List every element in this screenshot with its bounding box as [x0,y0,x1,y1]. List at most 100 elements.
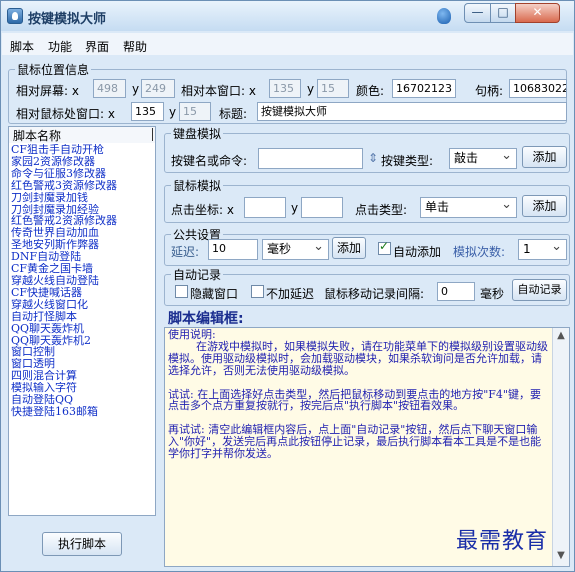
script-list-item[interactable]: 红色警戒2资源修改器 [11,215,155,227]
delay-input[interactable]: 10 [208,239,258,260]
click-y-label: y [291,201,299,215]
color-label: 颜色: [356,84,385,98]
script-list-item[interactable]: 自动登陆QQ [11,394,155,406]
maximize-button[interactable]: □ [490,3,516,23]
script-list-item[interactable]: 穿越火线窗口化 [11,299,155,311]
menu-function[interactable]: 功能 [48,38,72,55]
script-list-item[interactable]: CF黄金之国卡墙 [11,263,155,275]
minimize-button[interactable]: — [464,3,491,23]
hide-window-label: 隐藏窗口 [190,287,239,301]
auto-add-label: 自动添加 [393,245,442,259]
key-input[interactable] [258,148,363,169]
maximize-icon: □ [497,5,509,19]
mouse-add-button[interactable]: 添加 [522,195,567,217]
interval-label: 鼠标移动记录间隔: [324,287,425,301]
window-y-field: 15 [317,79,349,98]
script-list-item[interactable]: 模拟输入字符 [11,382,155,394]
repeat-select[interactable]: 1 [518,237,567,260]
script-list-items: CF狙击手自动开枪 家园2资源修改器 命令与征服3修改器 红色警戒3资源修改器 刀剑封魔… [11,144,155,418]
app-logo-icon [7,8,23,24]
auto-record-button[interactable]: 自动记录 [512,279,567,301]
script-list-item[interactable]: 刀剑封魔录加经验 [11,204,155,216]
keyboard-legend: 键盘模拟 [173,127,222,141]
common-add-button[interactable]: 添加 [332,237,366,259]
script-list-item[interactable]: 窗口控制 [11,346,155,358]
delay-unit-select[interactable]: 毫秒 [262,237,329,260]
mouse-window-y-label: y [169,105,177,119]
script-list-item[interactable]: 圣地安列斯作弊器 [11,239,155,251]
click-y-input[interactable] [301,197,343,218]
script-list-item[interactable]: DNF自动登陆 [11,251,155,263]
menu-script[interactable]: 脚本 [10,38,34,55]
click-coord-label: 点击坐标: x [171,203,234,217]
hide-window-checkbox[interactable] [175,285,188,298]
window-title: 按键模拟大师 [28,12,107,27]
no-delay-label: 不加延迟 [266,287,315,301]
editor-scrollbar[interactable]: ▲ ▼ [552,328,569,566]
handle-label: 句柄: [475,84,504,98]
click-type-label: 点击类型: [355,203,408,217]
menu-help[interactable]: 帮助 [123,38,147,55]
click-type-select[interactable]: 单击 [420,195,517,218]
script-list-header: 脚本名称 [9,127,155,143]
script-list-item[interactable]: 快捷登陆163邮箱 [11,406,155,418]
editor-text[interactable]: 使用说明: 在游戏中模拟时，如果模拟失败，请在功能菜单下的模拟级别设置驱动级模拟… [168,329,549,460]
mouse-sim-legend: 鼠标模拟 [173,179,222,193]
menu-bar: 脚本 功能 界面 帮助 [2,33,573,55]
close-button[interactable]: ✕ [515,3,560,23]
screen-y-label: y [132,82,140,96]
screen-x-field: 498 [93,79,126,98]
auto-add-checkbox[interactable] [378,239,391,255]
mouse-info-legend: 鼠标位置信息 [17,63,90,77]
window-x-field: 135 [269,79,301,98]
handle-field[interactable]: 10683022 [509,79,567,98]
window-y-label: y [307,82,315,96]
title-label: 标题: [219,107,248,121]
editor-title: 脚本编辑框: [168,311,244,327]
menu-interface[interactable]: 界面 [85,38,109,55]
script-list-item[interactable]: 家园2资源修改器 [11,156,155,168]
no-delay-checkbox[interactable] [251,285,264,298]
screen-y-field: 249 [141,79,175,98]
record-legend: 自动记录 [173,268,222,282]
script-list-item[interactable]: 自动打怪脚本 [11,311,155,323]
script-list-item[interactable]: QQ聊天轰炸机2 [11,335,155,347]
title-bar[interactable]: 按键模拟大师 — □ ✕ [1,1,574,31]
script-list-item[interactable]: 传奇世界自动加血 [11,227,155,239]
minimize-icon: — [471,5,484,19]
run-script-button[interactable]: 执行脚本 [42,532,122,556]
color-field[interactable]: 16702123 [392,79,456,98]
script-list[interactable]: 脚本名称 CF狙击手自动开枪 家园2资源修改器 命令与征服3修改器 红色警戒3资源修改… [8,126,156,516]
mouse-window-x-label: 相对鼠标处窗口: x [16,107,115,121]
script-list-item[interactable]: QQ聊天轰炸机 [11,323,155,335]
key-picker-icon[interactable]: ⇕ [368,151,378,165]
key-type-select[interactable]: 敲击 [449,146,517,169]
title-field[interactable]: 按键模拟大师 [257,102,567,121]
script-list-item[interactable]: 四则混合计算 [11,370,155,382]
delay-label: 延迟: [171,245,200,259]
script-list-item[interactable]: 刀剑封魔录加钱 [11,192,155,204]
scroll-up-icon[interactable]: ▲ [555,330,567,344]
main-window: 按键模拟大师 — □ ✕ 脚本 功能 界面 帮助 鼠标位置信息 相对屏幕: x … [0,0,575,572]
script-list-item[interactable]: 命令与征服3修改器 [11,168,155,180]
run-panel: 执行脚本 [8,516,156,568]
script-list-item[interactable]: CF狙击手自动开枪 [11,144,155,156]
script-list-item[interactable]: 红色警戒3资源修改器 [11,180,155,192]
script-list-item[interactable]: CF快捷喊话器 [11,287,155,299]
window-x-label: 相对本窗口: x [181,84,256,98]
scroll-down-icon[interactable]: ▼ [555,550,567,564]
skin-icon[interactable] [437,8,451,24]
click-x-input[interactable] [244,197,286,218]
script-list-item[interactable]: 穿越火线自动登陆 [11,275,155,287]
interval-unit-label: 毫秒 [480,287,505,301]
key-type-label: 按键类型: [381,154,434,168]
interval-input[interactable]: 0 [437,282,475,301]
mouse-window-y-field: 15 [179,102,211,121]
mouse-window-x-field[interactable]: 135 [131,102,164,121]
repeat-label: 模拟次数: [453,245,506,259]
keyboard-add-button[interactable]: 添加 [522,146,567,168]
script-list-item[interactable]: 窗口透明 [11,358,155,370]
key-label: 按键名或命令: [171,154,248,168]
screen-x-label: 相对屏幕: x [16,84,79,98]
watermark-text: 最需教育 [456,529,549,554]
